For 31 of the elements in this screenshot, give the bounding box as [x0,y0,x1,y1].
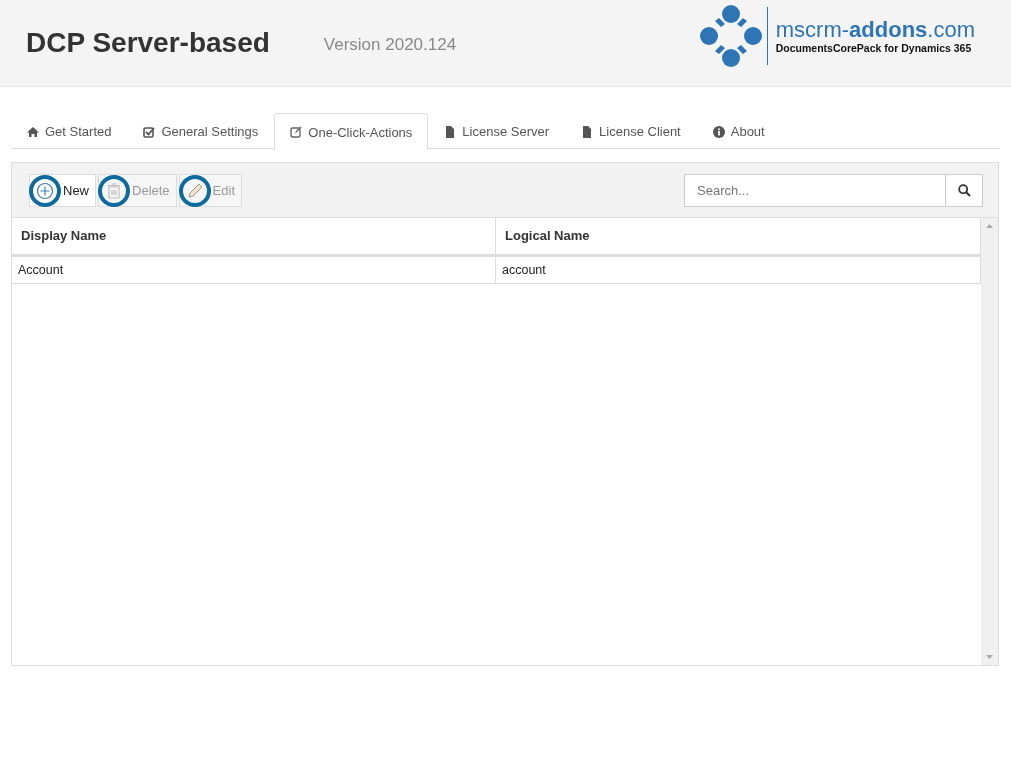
edit-icon [290,126,303,138]
search-button[interactable] [946,174,983,207]
scroll-up-icon [986,224,993,228]
version-label: Version 2020.124 [323,35,457,55]
tab[interactable]: Get Started [11,113,128,149]
tab[interactable]: One-Click-Actions [274,113,429,150]
scrollbar[interactable] [981,218,998,665]
search-icon [957,184,971,197]
search-field[interactable]: Search... [684,174,946,207]
info-icon [712,125,725,138]
pencil-icon [185,181,204,200]
tab[interactable]: License Server [428,113,566,149]
logo-icon [698,4,763,68]
checkbox-icon [143,125,156,138]
trash-icon [105,181,123,200]
tab[interactable]: About [696,113,781,149]
table-cell: Account [12,257,496,284]
new-button[interactable]: New [29,174,96,207]
tab[interactable]: License Client [565,113,697,149]
add-icon [36,181,54,200]
column-header[interactable]: Display Name [12,218,496,257]
logo-wordmark: mscrm-addons.com [775,18,975,42]
scroll-down-icon [986,655,993,659]
tab[interactable]: General Settings [127,113,275,149]
home-icon [27,125,39,138]
document-icon [581,125,594,138]
app-title: DCP Server-based [26,27,270,59]
table-cell: account [496,257,981,284]
column-header[interactable]: Logical Name [496,218,981,257]
document-icon [444,125,457,138]
logo-tagline: DocumentsCorePack for Dynamics 365 [775,42,973,54]
